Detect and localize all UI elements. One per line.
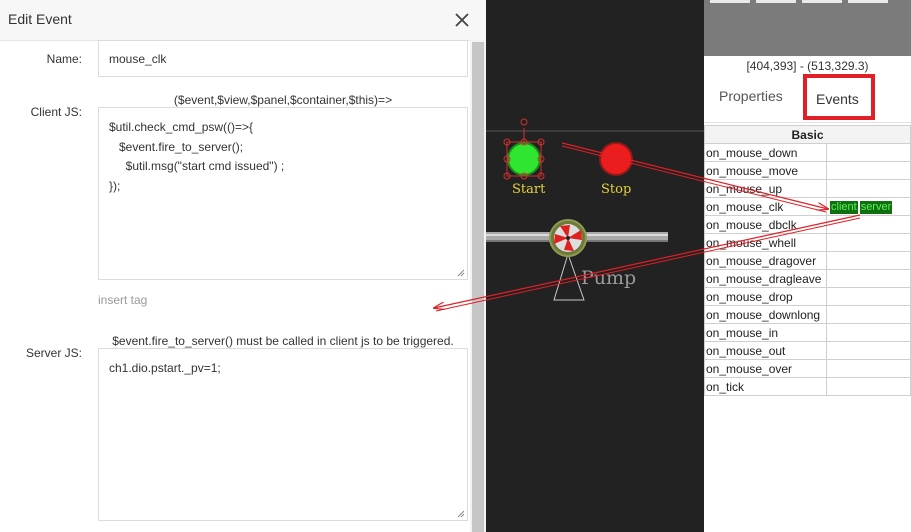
event-name: on_mouse_over	[704, 359, 827, 378]
close-icon[interactable]	[452, 10, 472, 30]
resize-grip-icon[interactable]	[457, 510, 465, 518]
tab-events-label: Events	[816, 91, 859, 107]
table-row[interactable]: on_mouse_over	[704, 359, 911, 378]
table-row[interactable]: on_mouse_dbclk	[704, 215, 911, 234]
events-table: Basic on_mouse_down on_mouse_move on_mou…	[704, 125, 911, 396]
table-row[interactable]: on_mouse_down	[704, 143, 911, 162]
server-js-editor[interactable]: ch1.dio.pstart._pv=1;	[98, 348, 468, 521]
table-row[interactable]: on_mouse_downlong	[704, 305, 911, 324]
event-handlers-cell[interactable]	[826, 269, 911, 288]
client-js-label: Client JS:	[30, 105, 82, 119]
preview-area	[704, 0, 911, 56]
dialog-scrollbar-thumb[interactable]	[472, 42, 484, 532]
event-handlers-cell[interactable]	[826, 233, 911, 252]
pump-stand	[553, 252, 585, 301]
event-handlers-cell[interactable]: client server	[826, 197, 911, 216]
event-name: on_mouse_dragleave	[704, 269, 827, 288]
tab-divider	[704, 122, 911, 123]
start-button[interactable]	[507, 142, 541, 176]
client-js-code: $util.check_cmd_psw(()=>{ $event.fire_to…	[109, 120, 285, 193]
stop-button[interactable]	[599, 142, 633, 176]
table-row[interactable]: on_mouse_whell	[704, 233, 911, 252]
client-js-signature: ($event,$view,$panel,$container,$this)=>	[173, 93, 393, 107]
pump-label: Pump	[581, 267, 637, 289]
server-js-label: Server JS:	[25, 346, 82, 360]
server-badge[interactable]: server	[859, 201, 893, 214]
table-row[interactable]: on_mouse_out	[704, 341, 911, 360]
event-handlers-cell[interactable]	[826, 215, 911, 234]
event-name: on_mouse_dbclk	[704, 215, 827, 234]
right-panel: [404,393] - (513,329.3) Properties Event…	[704, 0, 911, 532]
event-handlers-cell[interactable]	[826, 251, 911, 270]
table-row[interactable]: on_mouse_drop	[704, 287, 911, 306]
dialog-header: Edit Event	[0, 0, 486, 41]
event-name: on_mouse_down	[704, 143, 827, 162]
table-row[interactable]: on_mouse_move	[704, 161, 911, 180]
start-label: Start	[512, 182, 546, 197]
event-name: on_mouse_out	[704, 341, 827, 360]
table-row[interactable]: on_mouse_clk client server	[704, 197, 911, 216]
table-row[interactable]: on_mouse_dragleave	[704, 269, 911, 288]
resize-grip-icon[interactable]	[457, 269, 465, 277]
client-badge[interactable]: client	[830, 201, 858, 214]
table-row[interactable]: on_mouse_up	[704, 179, 911, 198]
event-name: on_mouse_dragover	[704, 251, 827, 270]
event-name: on_mouse_move	[704, 161, 827, 180]
dialog-title: Edit Event	[8, 11, 72, 27]
coordinates-readout: [404,393] - (513,329.3)	[746, 59, 869, 73]
name-label: Name:	[46, 52, 82, 66]
edit-event-dialog: Edit Event Name: mouse_clk Client JS: ($…	[0, 0, 486, 532]
event-name: on_mouse_clk	[704, 197, 827, 216]
event-handlers-cell[interactable]	[826, 377, 911, 396]
server-js-code: ch1.dio.pstart._pv=1;	[109, 361, 221, 375]
event-handlers-cell[interactable]	[826, 179, 911, 198]
event-handlers-cell[interactable]	[826, 143, 911, 162]
hmi-canvas[interactable]: Start Stop Pump	[486, 0, 704, 532]
table-row[interactable]: on_mouse_dragover	[704, 251, 911, 270]
event-handlers-cell[interactable]	[826, 341, 911, 360]
event-handlers-cell[interactable]	[826, 287, 911, 306]
stop-label: Stop	[601, 182, 632, 197]
name-input[interactable]: mouse_clk	[98, 40, 468, 77]
event-handlers-cell[interactable]	[826, 305, 911, 324]
events-table-header: Basic	[704, 125, 911, 144]
event-name: on_mouse_downlong	[704, 305, 827, 324]
table-row[interactable]: on_tick	[704, 377, 911, 396]
table-row[interactable]: on_mouse_in	[704, 323, 911, 342]
client-js-editor[interactable]: $util.check_cmd_psw(()=>{ $event.fire_to…	[98, 107, 468, 280]
event-name: on_tick	[704, 377, 827, 396]
event-name: on_mouse_whell	[704, 233, 827, 252]
event-handlers-cell[interactable]	[826, 359, 911, 378]
rotate-handle-icon[interactable]	[520, 118, 528, 126]
tab-properties[interactable]: Properties	[719, 88, 783, 104]
event-name: on_mouse_in	[704, 323, 827, 342]
event-handlers-cell[interactable]	[826, 161, 911, 180]
event-name: on_mouse_drop	[704, 287, 827, 306]
server-js-note: $event.fire_to_server() must be called i…	[112, 334, 454, 348]
insert-tag-link[interactable]: insert tag	[98, 293, 147, 307]
tab-events[interactable]: Events	[803, 74, 875, 120]
event-handlers-cell[interactable]	[826, 323, 911, 342]
event-name: on_mouse_up	[704, 179, 827, 198]
